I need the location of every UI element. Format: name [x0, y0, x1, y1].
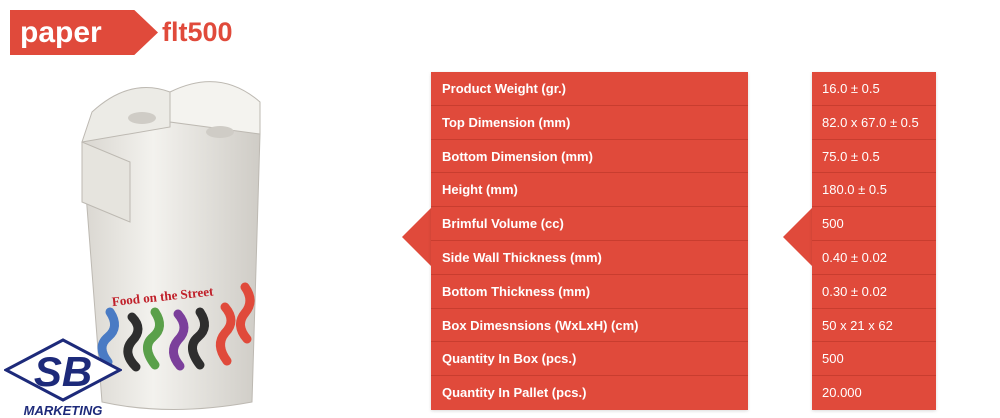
- spec-label: Side Wall Thickness (mm): [431, 241, 748, 275]
- logo-letters: SB: [34, 348, 92, 395]
- spec-label: Quantity In Pallet (pcs.): [442, 385, 587, 401]
- spec-label: Box Dimesnsions (WxLxH) (cm): [431, 309, 748, 343]
- spec-labels-table: Product Weight (gr.) Top Dimension (mm) …: [431, 72, 748, 410]
- spec-value: 20.000: [822, 385, 862, 401]
- spec-value: 16.0 ± 0.5: [812, 72, 936, 106]
- spec-label: Height (mm): [431, 173, 748, 208]
- spec-label: Product Weight (gr.): [431, 72, 748, 106]
- spec-label: Bottom Dimension (mm): [431, 140, 748, 174]
- spec-value: 500: [812, 342, 936, 377]
- spec-value: 0.40 ± 0.02: [812, 241, 936, 275]
- spec-label: Quantity In Box (pcs.): [431, 342, 748, 377]
- spec-label: Bottom Thickness (mm): [431, 275, 748, 309]
- spec-value: 0.30 ± 0.02: [812, 275, 936, 309]
- spec-values-table: 16.0 ± 0.5 82.0 x 67.0 ± 0.5 75.0 ± 0.5 …: [812, 72, 936, 410]
- spec-value: 500: [812, 207, 936, 241]
- spec-label: Brimful Volume (cc): [431, 207, 748, 241]
- labels-arrow-icon: [402, 207, 432, 267]
- category-tag: paper: [10, 10, 158, 55]
- values-arrow-icon: [783, 207, 813, 267]
- spec-value: 50 x 21 x 62: [812, 309, 936, 343]
- sb-marketing-logo: SB MARKETING: [4, 338, 122, 418]
- spec-value: 75.0 ± 0.5: [812, 140, 936, 174]
- spec-label: Top Dimension (mm): [431, 106, 748, 140]
- spec-value: 82.0 x 67.0 ± 0.5: [812, 106, 936, 140]
- logo-caption: MARKETING: [24, 403, 103, 418]
- model-title: flt500: [162, 17, 233, 47]
- spec-value: 180.0 ± 0.5: [812, 173, 936, 208]
